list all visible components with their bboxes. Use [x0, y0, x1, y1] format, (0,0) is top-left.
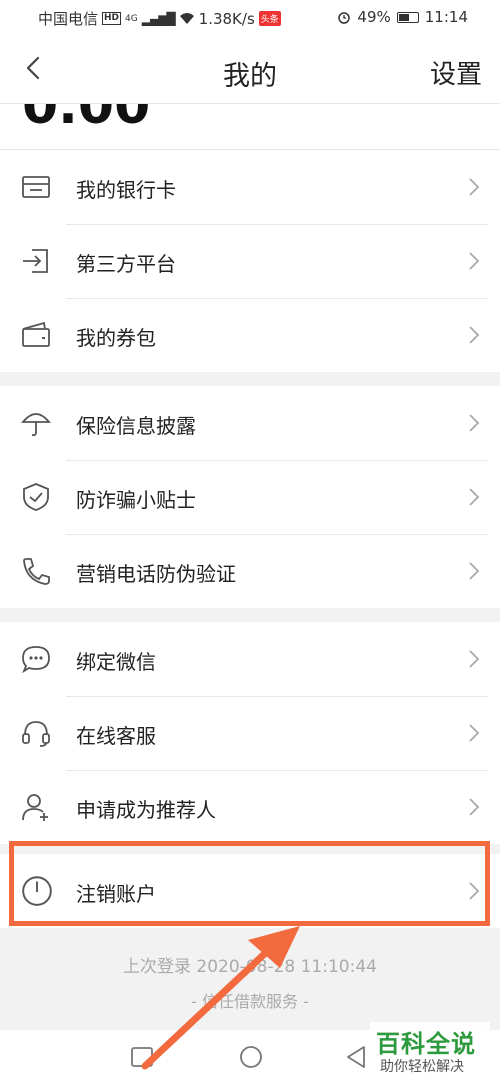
menu-item-label: 申请成为推荐人: [76, 798, 216, 822]
status-bar: 中国电信 HD 4G ▂▄▆█ 1.38K/s 头条 49% 11:14: [0, 0, 500, 34]
bank-card-icon: [22, 176, 50, 198]
page-title: 我的: [223, 61, 277, 92]
chevron-right-icon: [469, 252, 480, 270]
add-user-icon: [22, 794, 48, 821]
login-arrow-icon: [23, 249, 48, 273]
menu-item-label: 保险信息披露: [76, 414, 196, 438]
menu-item-call-verification[interactable]: 营销电话防伪验证: [0, 534, 500, 608]
network-type: 4G: [125, 13, 138, 24]
divider: [66, 770, 488, 771]
clock: 11:14: [424, 8, 468, 26]
app-badge: 头条: [258, 11, 281, 26]
watermark-logo: 百科全说 助你轻松解决: [370, 1022, 490, 1078]
network-speed: 1.38K/s: [198, 9, 255, 28]
recent-apps-icon[interactable]: [130, 1046, 154, 1068]
watermark-subtitle: 助你轻松解决: [380, 1059, 464, 1075]
wifi-icon: [179, 13, 194, 24]
menu-item-label: 在线客服: [76, 724, 156, 748]
phone-icon: [23, 558, 50, 585]
umbrella-icon: [21, 413, 51, 437]
page-header: 我的 设置: [0, 34, 500, 104]
carrier-label: 中国电信: [38, 10, 99, 28]
shield-check-icon: [23, 483, 49, 511]
menu-item-label: 营销电话防伪验证: [76, 562, 236, 586]
menu-item-apply-referrer[interactable]: 申请成为推荐人: [0, 770, 500, 844]
home-circle-icon[interactable]: [238, 1044, 264, 1070]
chevron-right-icon: [469, 562, 480, 580]
menu-item-third-party[interactable]: 第三方平台: [0, 224, 500, 298]
chevron-right-icon: [469, 414, 480, 432]
menu-item-label: 我的银行卡: [76, 178, 176, 202]
chevron-right-icon: [469, 488, 480, 506]
menu-item-label: 我的券包: [76, 326, 156, 350]
headset-icon: [22, 721, 50, 747]
hd-badge: HD: [102, 12, 122, 25]
service-slogan: - 信任借款服务 -: [191, 992, 309, 1011]
chevron-right-icon: [469, 326, 480, 344]
menu-item-bind-wechat[interactable]: 绑定微信: [0, 622, 500, 696]
last-login-text: 上次登录 2020-08-28 11:10:44: [123, 957, 377, 977]
wallet-icon: [22, 321, 50, 347]
balance-value: 0.00: [22, 104, 151, 136]
chevron-right-icon: [469, 650, 480, 668]
chevron-right-icon: [469, 724, 480, 742]
menu-item-insurance-disclosure[interactable]: 保险信息披露: [0, 386, 500, 460]
divider: [66, 224, 488, 225]
signal-icon: ▂▄▆█: [141, 11, 176, 26]
battery-percent: 49%: [357, 8, 391, 26]
menu-group-safety: 保险信息披露 防诈骗小贴士 营销电话防伪验证: [0, 386, 500, 608]
chevron-right-icon: [469, 178, 480, 196]
divider: [66, 298, 488, 299]
back-triangle-icon[interactable]: [344, 1044, 368, 1070]
watermark-title: 百科全说: [376, 1030, 476, 1058]
alarm-icon: [338, 12, 351, 24]
menu-item-label: 防诈骗小贴士: [76, 488, 196, 512]
menu-item-label: 第三方平台: [76, 252, 176, 276]
power-icon: [22, 876, 52, 906]
menu-item-label: 注销账户: [76, 882, 156, 906]
chevron-right-icon: [469, 798, 480, 816]
menu-group-service: 绑定微信 在线客服 申请成为推荐人: [0, 622, 500, 844]
menu-item-anti-fraud-tips[interactable]: 防诈骗小贴士: [0, 460, 500, 534]
menu-item-online-support[interactable]: 在线客服: [0, 696, 500, 770]
divider: [66, 460, 488, 461]
chevron-right-icon: [469, 882, 480, 900]
menu-item-bank-card[interactable]: 我的银行卡: [0, 150, 500, 224]
balance-section: 0.00: [0, 104, 500, 150]
divider: [66, 534, 488, 535]
menu-item-close-account[interactable]: 注销账户: [0, 854, 500, 928]
menu-group-account: 我的银行卡 第三方平台 我的券包: [0, 150, 500, 372]
settings-button[interactable]: 设置: [430, 54, 482, 91]
divider: [66, 696, 488, 697]
battery-icon: [396, 11, 419, 23]
chat-bubble-icon: [22, 646, 50, 674]
menu-item-label: 绑定微信: [76, 650, 156, 674]
menu-item-coupons[interactable]: 我的券包: [0, 298, 500, 372]
